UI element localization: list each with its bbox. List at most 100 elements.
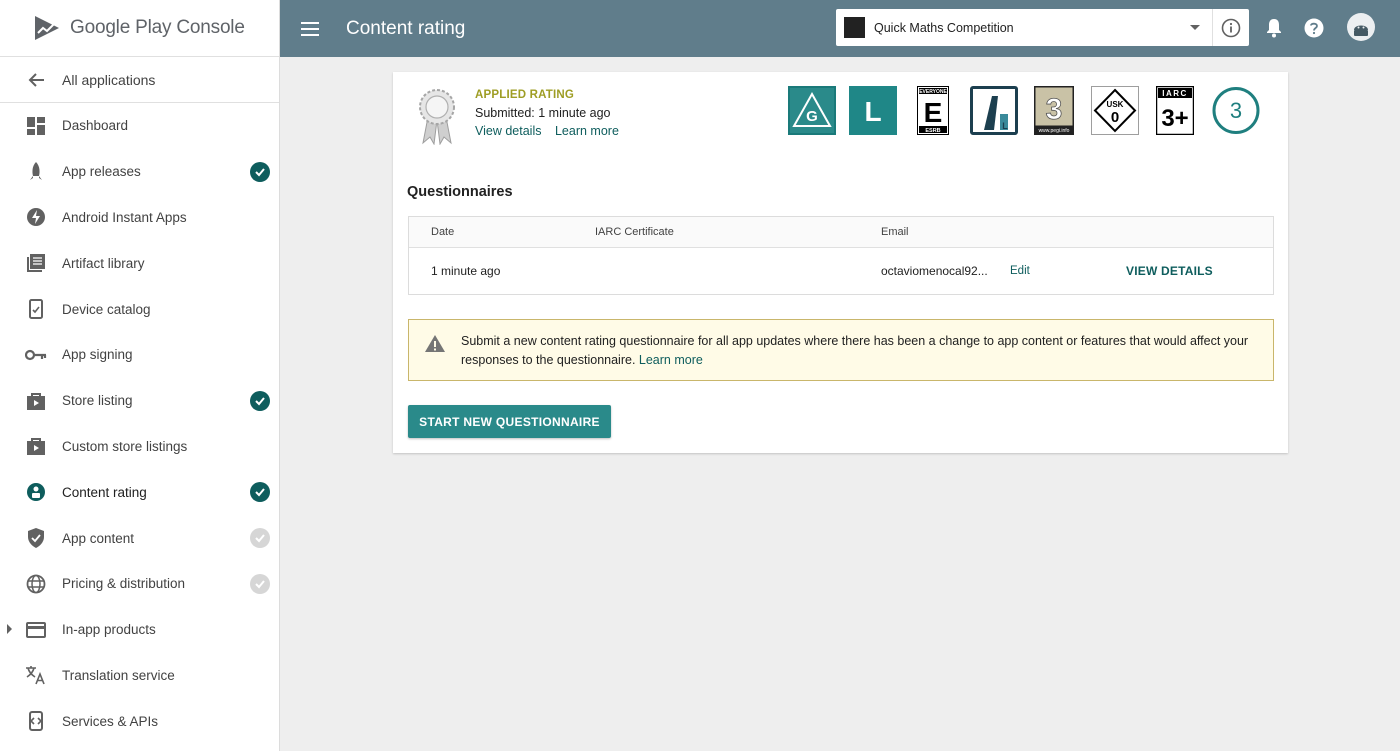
back-label: All applications [62, 71, 156, 88]
sidebar-item-dashboard[interactable]: Dashboard [0, 103, 279, 149]
check-icon [250, 528, 270, 549]
account-avatar[interactable] [1346, 12, 1376, 42]
selected-app-name: Quick Maths Competition [874, 20, 1014, 35]
sidebar-item-label: App content [62, 530, 135, 546]
card-icon [25, 619, 47, 641]
applied-rating-section: APPLIED RATING Submitted: 1 minute ago V… [417, 87, 629, 145]
pegi-site-text: www.pegi.info [1039, 128, 1070, 134]
learn-more-link[interactable]: Learn more [555, 124, 619, 138]
dashboard-icon [25, 115, 47, 137]
library-icon [25, 252, 47, 274]
sidebar-item-custom-store-listings[interactable]: Custom store listings [0, 424, 279, 470]
bolt-icon [25, 206, 47, 228]
column-header-iarc-certificate: IARC Certificate [595, 226, 674, 238]
sidebar-item-android-instant-apps[interactable]: Android Instant Apps [0, 195, 279, 241]
start-new-questionnaire-button[interactable]: START NEW QUESTIONNAIRE [408, 405, 611, 438]
check-icon [250, 161, 270, 182]
store-icon [25, 435, 47, 457]
view-details-button[interactable]: VIEW DETAILS [1126, 264, 1213, 278]
submitted-time: Submitted: 1 minute ago [475, 106, 611, 120]
g-rating-badge: G [788, 86, 836, 135]
play-console-logo-icon [35, 16, 59, 40]
sidebar-item-label: In-app products [62, 622, 156, 638]
check-icon [250, 390, 270, 411]
brand-name: Google Play Console [70, 17, 245, 38]
chevron-down-icon [1190, 25, 1200, 30]
app-selector-dropdown[interactable]: Quick Maths Competition [836, 9, 1249, 46]
esrb-top-text: EVERYONE [919, 89, 947, 95]
top-bar: Content rating Quick Maths Competition [280, 0, 1400, 57]
sidebar-item-app-signing[interactable]: App signing [0, 332, 279, 378]
notice-learn-more-link[interactable]: Learn more [639, 353, 703, 367]
table-row: 1 minute ago octaviomenocal92... Edit VI… [409, 248, 1273, 294]
esrb-bottom-text: ESRB [925, 128, 940, 134]
sidebar-item-store-listing[interactable]: Store listing [0, 378, 279, 424]
sidebar-item-translation-service[interactable]: Translation service [0, 653, 279, 699]
check-icon [250, 573, 270, 594]
help-icon[interactable] [1302, 16, 1326, 40]
sidebar-item-label: Dashboard [62, 118, 129, 134]
notifications-bell-icon[interactable] [1262, 16, 1286, 40]
content-rating-card: APPLIED RATING Submitted: 1 minute ago V… [393, 72, 1288, 453]
page-title: Content rating [346, 17, 466, 39]
key-icon [25, 344, 47, 366]
table-header: Date IARC Certificate Email [409, 217, 1273, 248]
row-email: octaviomenocal92... [881, 264, 988, 278]
rocket-icon [25, 161, 47, 183]
sidebar-item-label: Pricing & distribution [62, 576, 186, 592]
circle-number-text: 3 [1229, 98, 1241, 123]
iarc-top-text: IARC [1162, 89, 1188, 98]
questionnaires-title: Questionnaires [407, 184, 513, 200]
warning-notice: Submit a new content rating questionnair… [408, 319, 1274, 381]
sidebar-item-label: App releases [62, 164, 141, 180]
arrow-back-icon [26, 69, 48, 91]
column-header-date: Date [431, 226, 455, 238]
sidebar-item-label: Services & APIs [62, 713, 159, 729]
view-details-link[interactable]: View details [475, 124, 541, 138]
sidebar-item-artifact-library[interactable]: Artifact library [0, 240, 279, 286]
applied-rating-label: APPLIED RATING [475, 89, 575, 101]
usk-rating-badge: USK 0 [1090, 86, 1139, 135]
g-rating-text: G [806, 108, 818, 125]
edit-link[interactable]: Edit [1010, 265, 1030, 277]
check-icon [250, 482, 270, 503]
rating-badges: G L EVERYONE E ESRB L 3 www.pegi.info US… [788, 86, 1272, 135]
notice-text: Submit a new content rating questionnair… [461, 334, 1249, 367]
row-date: 1 minute ago [431, 264, 501, 278]
sidebar-item-label: Android Instant Apps [62, 209, 187, 225]
sidebar-item-device-catalog[interactable]: Device catalog [0, 286, 279, 332]
sidebar-item-label: Artifact library [62, 255, 145, 271]
award-ribbon-icon [419, 89, 455, 145]
sidebar-item-app-content[interactable]: App content [0, 515, 279, 561]
svg-text:L: L [1002, 121, 1008, 131]
pegi-rating-badge: 3 www.pegi.info [1030, 86, 1078, 135]
sidebar-item-in-app-products[interactable]: In-app products [0, 607, 279, 653]
warning-icon [425, 335, 445, 352]
pegi-number-text: 3 [1046, 93, 1063, 126]
sidebar-item-pricing-distribution[interactable]: Pricing & distribution [0, 561, 279, 607]
expand-arrow-icon[interactable] [7, 623, 12, 634]
info-icon[interactable] [1213, 9, 1249, 46]
store-icon [25, 390, 47, 412]
usk-number-text: 0 [1110, 109, 1118, 126]
brand-header[interactable]: Google Play Console [0, 0, 279, 57]
sidebar-item-content-rating[interactable]: Content rating [0, 469, 279, 515]
device-icon [25, 298, 47, 320]
esrb-letter-text: E [924, 97, 943, 128]
iarc-rating-badge: IARC 3+ [1151, 86, 1199, 135]
translate-icon [25, 664, 47, 686]
all-applications-link[interactable]: All applications [0, 57, 279, 103]
l-rating-text: L [864, 96, 881, 127]
column-header-email: Email [881, 226, 909, 238]
questionnaires-table: Date IARC Certificate Email 1 minute ago… [408, 216, 1274, 295]
sidebar-item-services-apis[interactable]: Services & APIs [0, 698, 279, 744]
sidebar-item-app-releases[interactable]: App releases [0, 149, 279, 195]
sidebar-item-label: Content rating [62, 484, 147, 500]
sidebar-item-label: Translation service [62, 667, 175, 683]
classind-rating-badge: L [969, 86, 1018, 135]
hamburger-menu-icon[interactable] [301, 17, 325, 41]
usk-top-text: USK [1106, 100, 1123, 109]
app-thumbnail-icon [844, 17, 865, 38]
sidebar-item-label: Custom store listings [62, 438, 188, 454]
iarc-number-text: 3+ [1161, 105, 1188, 132]
